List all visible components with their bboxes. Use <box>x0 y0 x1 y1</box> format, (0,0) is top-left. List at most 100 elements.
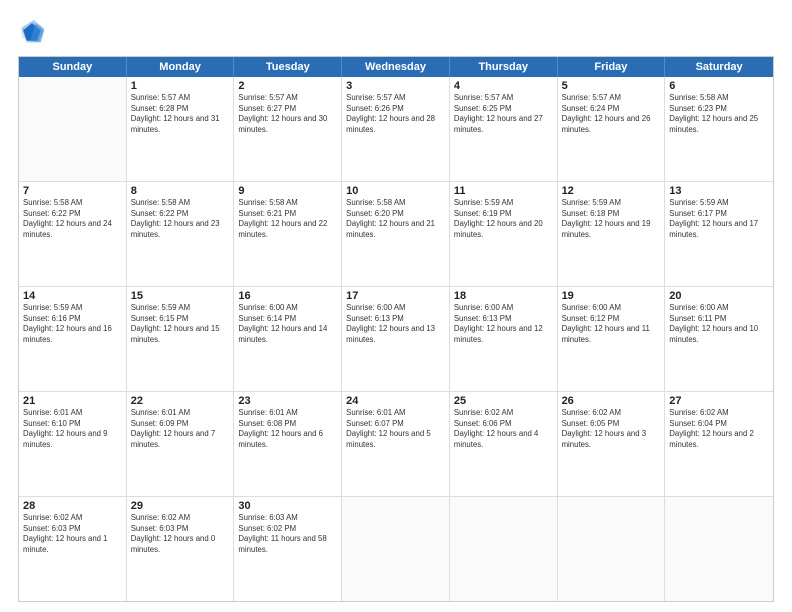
calendar-cell <box>665 497 773 601</box>
header <box>18 18 774 46</box>
calendar-cell <box>19 77 127 181</box>
calendar-cell: 20Sunrise: 6:00 AM Sunset: 6:11 PM Dayli… <box>665 287 773 391</box>
calendar-cell: 13Sunrise: 5:59 AM Sunset: 6:17 PM Dayli… <box>665 182 773 286</box>
day-info: Sunrise: 6:00 AM Sunset: 6:13 PM Dayligh… <box>454 303 553 345</box>
day-number: 23 <box>238 395 337 407</box>
day-of-week-saturday: Saturday <box>665 57 773 77</box>
calendar-week-2: 7Sunrise: 5:58 AM Sunset: 6:22 PM Daylig… <box>19 182 773 287</box>
day-number: 17 <box>346 290 445 302</box>
day-info: Sunrise: 6:00 AM Sunset: 6:11 PM Dayligh… <box>669 303 769 345</box>
day-number: 1 <box>131 80 230 92</box>
calendar-cell <box>342 497 450 601</box>
day-of-week-sunday: Sunday <box>19 57 127 77</box>
day-info: Sunrise: 6:02 AM Sunset: 6:05 PM Dayligh… <box>562 408 661 450</box>
day-number: 20 <box>669 290 769 302</box>
day-number: 11 <box>454 185 553 197</box>
day-info: Sunrise: 6:01 AM Sunset: 6:10 PM Dayligh… <box>23 408 122 450</box>
calendar-cell: 16Sunrise: 6:00 AM Sunset: 6:14 PM Dayli… <box>234 287 342 391</box>
calendar-week-1: 1Sunrise: 5:57 AM Sunset: 6:28 PM Daylig… <box>19 77 773 182</box>
day-info: Sunrise: 5:59 AM Sunset: 6:18 PM Dayligh… <box>562 198 661 240</box>
page: SundayMondayTuesdayWednesdayThursdayFrid… <box>0 0 792 612</box>
calendar-cell: 24Sunrise: 6:01 AM Sunset: 6:07 PM Dayli… <box>342 392 450 496</box>
day-number: 9 <box>238 185 337 197</box>
day-info: Sunrise: 5:57 AM Sunset: 6:26 PM Dayligh… <box>346 93 445 135</box>
day-number: 4 <box>454 80 553 92</box>
day-number: 7 <box>23 185 122 197</box>
day-info: Sunrise: 5:58 AM Sunset: 6:23 PM Dayligh… <box>669 93 769 135</box>
calendar-cell <box>450 497 558 601</box>
calendar-cell: 7Sunrise: 5:58 AM Sunset: 6:22 PM Daylig… <box>19 182 127 286</box>
calendar-cell: 4Sunrise: 5:57 AM Sunset: 6:25 PM Daylig… <box>450 77 558 181</box>
day-info: Sunrise: 5:58 AM Sunset: 6:21 PM Dayligh… <box>238 198 337 240</box>
calendar-cell: 2Sunrise: 5:57 AM Sunset: 6:27 PM Daylig… <box>234 77 342 181</box>
calendar-week-3: 14Sunrise: 5:59 AM Sunset: 6:16 PM Dayli… <box>19 287 773 392</box>
calendar-cell: 1Sunrise: 5:57 AM Sunset: 6:28 PM Daylig… <box>127 77 235 181</box>
calendar-cell: 26Sunrise: 6:02 AM Sunset: 6:05 PM Dayli… <box>558 392 666 496</box>
day-info: Sunrise: 5:59 AM Sunset: 6:16 PM Dayligh… <box>23 303 122 345</box>
calendar-cell: 29Sunrise: 6:02 AM Sunset: 6:03 PM Dayli… <box>127 497 235 601</box>
day-info: Sunrise: 5:57 AM Sunset: 6:27 PM Dayligh… <box>238 93 337 135</box>
logo-icon <box>18 18 46 46</box>
day-number: 5 <box>562 80 661 92</box>
day-number: 25 <box>454 395 553 407</box>
day-info: Sunrise: 5:58 AM Sunset: 6:20 PM Dayligh… <box>346 198 445 240</box>
day-of-week-monday: Monday <box>127 57 235 77</box>
calendar-cell: 28Sunrise: 6:02 AM Sunset: 6:03 PM Dayli… <box>19 497 127 601</box>
calendar-cell: 17Sunrise: 6:00 AM Sunset: 6:13 PM Dayli… <box>342 287 450 391</box>
calendar-cell: 10Sunrise: 5:58 AM Sunset: 6:20 PM Dayli… <box>342 182 450 286</box>
day-info: Sunrise: 6:00 AM Sunset: 6:14 PM Dayligh… <box>238 303 337 345</box>
day-info: Sunrise: 5:57 AM Sunset: 6:28 PM Dayligh… <box>131 93 230 135</box>
calendar-cell: 22Sunrise: 6:01 AM Sunset: 6:09 PM Dayli… <box>127 392 235 496</box>
day-number: 2 <box>238 80 337 92</box>
day-number: 27 <box>669 395 769 407</box>
day-info: Sunrise: 6:02 AM Sunset: 6:06 PM Dayligh… <box>454 408 553 450</box>
day-info: Sunrise: 6:01 AM Sunset: 6:07 PM Dayligh… <box>346 408 445 450</box>
day-number: 6 <box>669 80 769 92</box>
calendar-cell: 14Sunrise: 5:59 AM Sunset: 6:16 PM Dayli… <box>19 287 127 391</box>
day-number: 13 <box>669 185 769 197</box>
day-of-week-thursday: Thursday <box>450 57 558 77</box>
day-info: Sunrise: 6:02 AM Sunset: 6:03 PM Dayligh… <box>23 513 122 555</box>
calendar-cell: 5Sunrise: 5:57 AM Sunset: 6:24 PM Daylig… <box>558 77 666 181</box>
logo <box>18 18 50 46</box>
calendar-cell: 12Sunrise: 5:59 AM Sunset: 6:18 PM Dayli… <box>558 182 666 286</box>
day-number: 28 <box>23 500 122 512</box>
day-number: 19 <box>562 290 661 302</box>
day-number: 21 <box>23 395 122 407</box>
calendar-cell: 27Sunrise: 6:02 AM Sunset: 6:04 PM Dayli… <box>665 392 773 496</box>
calendar: SundayMondayTuesdayWednesdayThursdayFrid… <box>18 56 774 602</box>
calendar-week-4: 21Sunrise: 6:01 AM Sunset: 6:10 PM Dayli… <box>19 392 773 497</box>
day-info: Sunrise: 5:58 AM Sunset: 6:22 PM Dayligh… <box>23 198 122 240</box>
day-info: Sunrise: 5:58 AM Sunset: 6:22 PM Dayligh… <box>131 198 230 240</box>
day-number: 14 <box>23 290 122 302</box>
day-number: 12 <box>562 185 661 197</box>
day-number: 10 <box>346 185 445 197</box>
calendar-cell: 15Sunrise: 5:59 AM Sunset: 6:15 PM Dayli… <box>127 287 235 391</box>
day-info: Sunrise: 6:00 AM Sunset: 6:13 PM Dayligh… <box>346 303 445 345</box>
calendar-header: SundayMondayTuesdayWednesdayThursdayFrid… <box>19 57 773 77</box>
day-number: 26 <box>562 395 661 407</box>
day-info: Sunrise: 6:01 AM Sunset: 6:09 PM Dayligh… <box>131 408 230 450</box>
day-info: Sunrise: 5:59 AM Sunset: 6:19 PM Dayligh… <box>454 198 553 240</box>
day-of-week-tuesday: Tuesday <box>234 57 342 77</box>
calendar-cell: 18Sunrise: 6:00 AM Sunset: 6:13 PM Dayli… <box>450 287 558 391</box>
calendar-cell: 6Sunrise: 5:58 AM Sunset: 6:23 PM Daylig… <box>665 77 773 181</box>
day-number: 8 <box>131 185 230 197</box>
calendar-cell: 11Sunrise: 5:59 AM Sunset: 6:19 PM Dayli… <box>450 182 558 286</box>
day-info: Sunrise: 6:03 AM Sunset: 6:02 PM Dayligh… <box>238 513 337 555</box>
day-number: 30 <box>238 500 337 512</box>
calendar-cell: 3Sunrise: 5:57 AM Sunset: 6:26 PM Daylig… <box>342 77 450 181</box>
calendar-cell: 25Sunrise: 6:02 AM Sunset: 6:06 PM Dayli… <box>450 392 558 496</box>
day-info: Sunrise: 6:00 AM Sunset: 6:12 PM Dayligh… <box>562 303 661 345</box>
day-number: 3 <box>346 80 445 92</box>
calendar-week-5: 28Sunrise: 6:02 AM Sunset: 6:03 PM Dayli… <box>19 497 773 601</box>
day-of-week-friday: Friday <box>558 57 666 77</box>
day-info: Sunrise: 5:59 AM Sunset: 6:15 PM Dayligh… <box>131 303 230 345</box>
day-of-week-wednesday: Wednesday <box>342 57 450 77</box>
day-info: Sunrise: 5:59 AM Sunset: 6:17 PM Dayligh… <box>669 198 769 240</box>
day-info: Sunrise: 5:57 AM Sunset: 6:25 PM Dayligh… <box>454 93 553 135</box>
calendar-cell: 9Sunrise: 5:58 AM Sunset: 6:21 PM Daylig… <box>234 182 342 286</box>
day-number: 24 <box>346 395 445 407</box>
day-number: 18 <box>454 290 553 302</box>
day-info: Sunrise: 5:57 AM Sunset: 6:24 PM Dayligh… <box>562 93 661 135</box>
